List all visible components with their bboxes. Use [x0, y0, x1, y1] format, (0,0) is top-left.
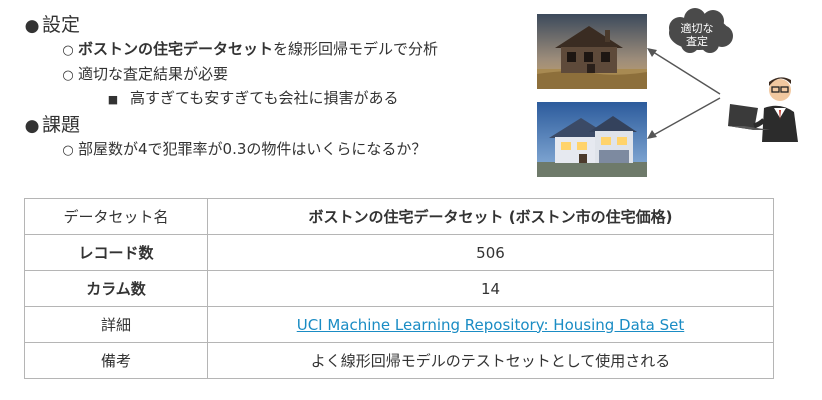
- outline-item-question: ○ 部屋数が4で犯罪率が0.3の物件はいくらになるか？: [58, 138, 426, 159]
- table-row: カラム数 14: [24, 270, 774, 307]
- bullet-dot-icon: ●: [24, 16, 40, 36]
- table-row: 詳細 UCI Machine Learning Repository: Hous…: [24, 306, 774, 343]
- table-key-cell: データセット名: [24, 198, 208, 235]
- issue-title: 課題: [42, 114, 81, 136]
- person-at-laptop-icon: [724, 68, 802, 142]
- dataset-name-bold: ボストンの住宅データセット: [78, 40, 274, 58]
- table-value-cell: 506: [207, 234, 774, 271]
- outline-item-dataset: ○ ボストンの住宅データセットを線形回帰モデルで分析: [58, 38, 438, 59]
- table-value-cell: よく線形回帰モデルのテストセットとして使用される: [207, 342, 774, 379]
- assessment-text: 適切な査定結果が必要: [78, 65, 229, 83]
- bullet-square-icon: ■: [107, 93, 119, 106]
- housing-data-set-link[interactable]: UCI Machine Learning Repository: Housing…: [297, 316, 685, 334]
- new-house-photo: [537, 102, 647, 177]
- table-key-cell: カラム数: [24, 270, 208, 307]
- outline-subitem-loss: ■ 高すぎても安すぎても会社に損害がある: [104, 87, 399, 108]
- dataset-info-table: データセット名 ボストンの住宅データセット (ボストン市の住宅価格) レコード数…: [24, 198, 774, 379]
- table-value-cell: UCI Machine Learning Repository: Housing…: [207, 306, 774, 343]
- old-house-photo: [537, 14, 647, 89]
- thought-bubble-line1: 適切な: [680, 22, 714, 35]
- outline-heading-issue: ● 課題: [22, 110, 80, 137]
- outline-item-assessment: ○ 適切な査定結果が必要: [58, 63, 228, 84]
- table-row: レコード数 506: [24, 234, 774, 271]
- setting-title: 設定: [42, 14, 81, 36]
- question-text: 部屋数が4で犯罪率が0.3の物件はいくらになるか？: [78, 140, 427, 158]
- table-key-cell: 備考: [24, 342, 208, 379]
- dataset-analysis-text: を線形回帰モデルで分析: [273, 40, 439, 58]
- thought-bubble-text: 適切な 査定: [670, 22, 724, 48]
- table-row: 備考 よく線形回帰モデルのテストセットとして使用される: [24, 342, 774, 379]
- table-key-cell: レコード数: [24, 234, 208, 271]
- bullet-circle-icon: ○: [62, 43, 74, 58]
- outline-heading-setting: ● 設定: [22, 10, 80, 37]
- table-row: データセット名 ボストンの住宅データセット (ボストン市の住宅価格): [24, 198, 774, 235]
- loss-text: 高すぎても安すぎても会社に損害がある: [130, 89, 399, 107]
- bullet-circle-icon: ○: [62, 143, 74, 158]
- bullet-circle-icon: ○: [62, 68, 74, 83]
- table-value-cell: 14: [207, 270, 774, 307]
- bullet-dot-icon: ●: [24, 116, 40, 136]
- thought-bubble-line2: 査定: [686, 35, 708, 48]
- table-value-cell: ボストンの住宅データセット (ボストン市の住宅価格): [207, 198, 774, 235]
- table-key-cell: 詳細: [24, 306, 208, 343]
